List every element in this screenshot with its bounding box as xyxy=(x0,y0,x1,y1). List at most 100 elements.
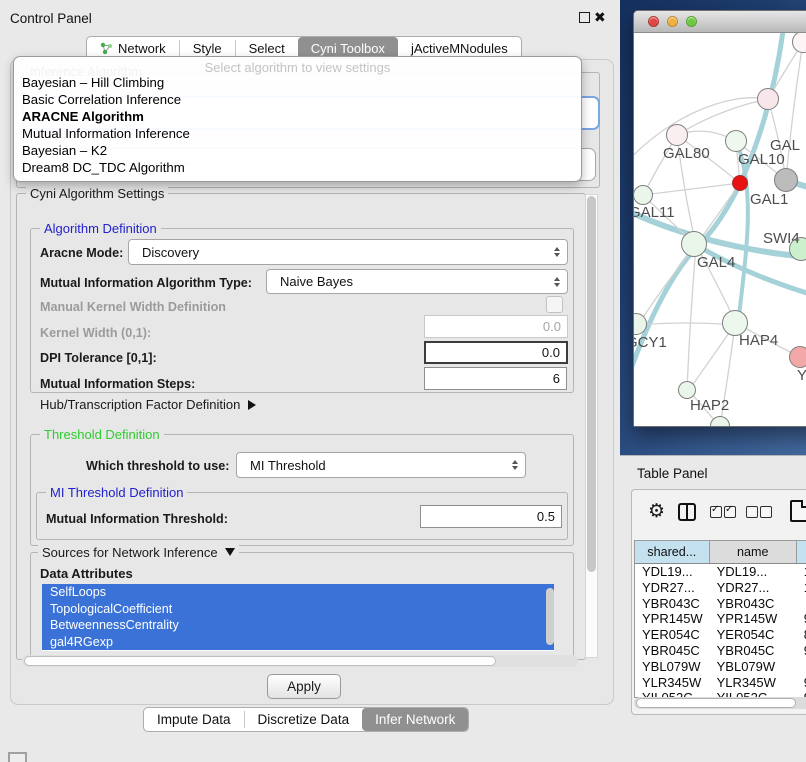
dropdown-item[interactable]: Bayesian – Hill Climbing xyxy=(14,75,581,92)
table-cell: 9. xyxy=(797,611,806,627)
table-cell: YPR145W xyxy=(635,611,710,627)
float-window-icon[interactable] xyxy=(579,12,590,23)
apply-button[interactable]: Apply xyxy=(267,674,341,699)
stepper-icon xyxy=(554,277,560,287)
kernel-width-input[interactable]: 0.0 xyxy=(424,315,568,338)
expand-right-icon xyxy=(248,400,256,410)
collapse-down-icon xyxy=(225,548,235,556)
column-header[interactable]: name xyxy=(710,541,797,563)
table-cell: YPR145W xyxy=(710,611,797,627)
table-row[interactable]: YIL052CYIL052C9 xyxy=(635,690,806,697)
table-cell xyxy=(797,659,806,675)
zoom-traffic-light-icon[interactable] xyxy=(686,16,697,27)
node[interactable] xyxy=(774,168,798,192)
table-cell: YDL19... xyxy=(635,564,710,580)
checked-checkbox-icon[interactable]: ✓ xyxy=(710,506,722,518)
dropdown-item[interactable]: Bayesian – K2 xyxy=(14,143,581,160)
network-window-titlebar[interactable] xyxy=(634,11,806,33)
columns-icon[interactable] xyxy=(678,503,696,521)
close-icon[interactable]: ✖ xyxy=(594,9,606,26)
mi-steps-input[interactable]: 6 xyxy=(424,367,567,390)
gear-icon[interactable]: ⚙ xyxy=(648,500,665,523)
table-body: YDL19...YDL19...13YDR27...YDR27...12YBR0… xyxy=(635,564,806,697)
dropdown-item[interactable]: Basic Correlation Inference xyxy=(14,92,581,109)
node-gal1[interactable] xyxy=(732,175,748,191)
settings-hscrollbar-thumb[interactable] xyxy=(24,656,496,666)
network-view-window[interactable]: GALGAL80GAL10GAL1GAL11SWI4GAL4GCY1HAP4YH… xyxy=(633,10,806,427)
bottom-tabbar: Impute DataDiscretize DataInfer Network xyxy=(143,707,469,732)
mi-type-label: Mutual Information Algorithm Type: xyxy=(40,276,252,290)
table-row[interactable]: YBR045CYBR045C9. xyxy=(635,643,806,659)
stepper-icon xyxy=(554,247,560,257)
attributes-scrollbar-thumb[interactable] xyxy=(546,588,554,645)
algorithm-definition-legend: Algorithm Definition xyxy=(40,221,161,236)
node-y[interactable] xyxy=(789,346,806,368)
control-panel-title: Control Panel xyxy=(10,11,92,26)
attribute-item[interactable]: TopologicalCoefficient xyxy=(42,601,554,618)
table-cell xyxy=(797,596,806,612)
dropdown-item[interactable]: Dream8 DC_TDC Algorithm xyxy=(14,160,581,177)
table-cell: YIL052C xyxy=(710,690,797,697)
aracne-mode-combobox[interactable]: Discovery xyxy=(128,239,568,265)
panel-grip-icon[interactable] xyxy=(8,752,27,762)
new-table-icon[interactable] xyxy=(790,500,806,522)
table-row[interactable]: YBL079WYBL079W xyxy=(635,659,806,675)
mi-threshold-input[interactable]: 0.5 xyxy=(420,505,562,528)
table-row[interactable]: YBR043CYBR043C xyxy=(635,596,806,612)
node-gal10[interactable] xyxy=(725,130,747,152)
column-header[interactable]: shared... xyxy=(635,541,710,563)
table-row[interactable]: YER054CYER054C8. xyxy=(635,627,806,643)
sources-legend[interactable]: Sources for Network Inference xyxy=(38,545,239,560)
table-cell: YBR045C xyxy=(635,643,710,659)
unchecked-checkbox-icon[interactable] xyxy=(760,506,772,518)
node-gal[interactable] xyxy=(757,88,779,110)
table-cell: YLR345W xyxy=(635,675,710,691)
table-cell: YER054C xyxy=(710,627,797,643)
table-row[interactable]: YDR27...YDR27...12 xyxy=(635,580,806,596)
minimize-traffic-light-icon[interactable] xyxy=(667,16,678,27)
tab-discretize-data[interactable]: Discretize Data xyxy=(245,708,363,731)
control-panel: Control Panel ✖ NetworkStyleSelectCyni T… xyxy=(0,0,621,762)
hub-section-toggle[interactable]: Hub/Transcription Factor Definition xyxy=(40,397,256,412)
settings-scrollbar-thumb[interactable] xyxy=(587,196,596,572)
attribute-item[interactable]: BetweennessCentrality xyxy=(42,617,554,634)
table-cell: 8. xyxy=(797,627,806,643)
node-label: GAL10 xyxy=(738,151,785,168)
dropdown-item[interactable]: ARACNE Algorithm xyxy=(14,109,581,126)
mi-type-combobox[interactable]: Naive Bayes xyxy=(266,269,568,294)
node-label: HAP4 xyxy=(739,332,778,349)
checked-checkbox-icon[interactable]: ✓ xyxy=(724,506,736,518)
table-cell: YER054C xyxy=(635,627,710,643)
manual-kernel-checkbox[interactable] xyxy=(546,296,563,313)
table-hscrollbar[interactable] xyxy=(634,697,806,709)
table-panel-title: Table Panel xyxy=(637,466,708,481)
desktop-background: GALGAL80GAL10GAL1GAL11SWI4GAL4GCY1HAP4YH… xyxy=(620,0,806,455)
data-attributes-list[interactable]: SelfLoopsTopologicalCoefficientBetweenne… xyxy=(42,584,554,651)
attribute-item[interactable]: gal4RGexp xyxy=(42,634,554,651)
network-canvas[interactable]: GALGAL80GAL10GAL1GAL11SWI4GAL4GCY1HAP4YH… xyxy=(634,33,806,426)
table-cell: YBR043C xyxy=(710,596,797,612)
manual-kernel-label: Manual Kernel Width Definition xyxy=(40,300,226,314)
table-cell: 12 xyxy=(797,580,806,596)
close-traffic-light-icon[interactable] xyxy=(648,16,659,27)
table-row[interactable]: YPR145WYPR145W9. xyxy=(635,611,806,627)
settings-hscrollbar[interactable] xyxy=(22,655,578,667)
table-row[interactable]: YLR345WYLR345W9. xyxy=(635,675,806,691)
table-cell: YBL079W xyxy=(635,659,710,675)
tab-impute-data[interactable]: Impute Data xyxy=(144,708,244,731)
node-gal80[interactable] xyxy=(666,124,688,146)
dpi-tolerance-input[interactable]: 0.0 xyxy=(424,341,568,364)
table-row[interactable]: YDL19...YDL19...13 xyxy=(635,564,806,580)
tab-infer-network[interactable]: Infer Network xyxy=(362,708,468,731)
node-label: GAL80 xyxy=(663,145,710,162)
dropdown-item[interactable]: Mutual Information Inference xyxy=(14,126,581,143)
which-threshold-value: MI Threshold xyxy=(250,458,326,473)
table-hscrollbar-thumb[interactable] xyxy=(636,698,796,708)
settings-scrollbar[interactable] xyxy=(585,194,598,658)
which-threshold-combobox[interactable]: MI Threshold xyxy=(236,452,526,478)
aracne-mode-label: Aracne Mode: xyxy=(40,246,123,260)
unchecked-checkbox-icon[interactable] xyxy=(746,506,758,518)
node-gal11[interactable] xyxy=(634,185,653,205)
column-header[interactable]: A xyxy=(797,541,806,563)
attribute-item[interactable]: SelfLoops xyxy=(42,584,554,601)
